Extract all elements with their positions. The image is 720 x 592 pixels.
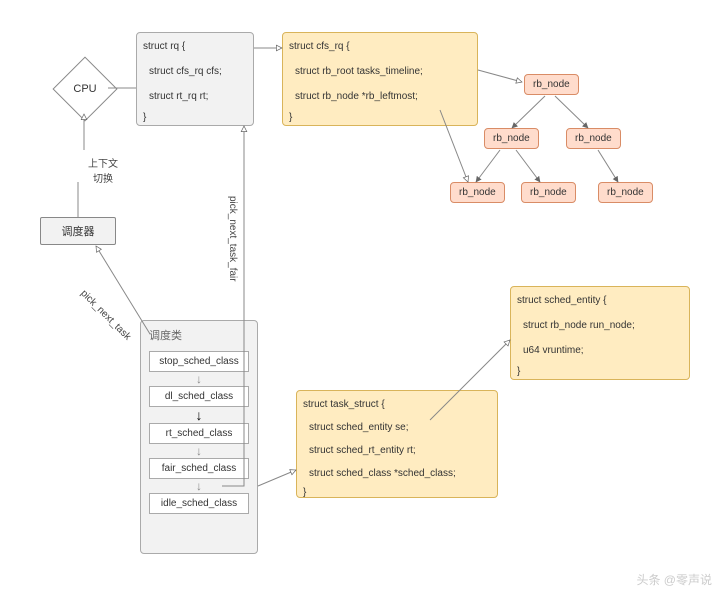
context-switch-label: 上下文 切换 [88, 155, 118, 185]
rb-node-lr: rb_node [521, 182, 576, 203]
rb-node-l: rb_node [484, 128, 539, 149]
cpu-node: CPU [52, 56, 117, 121]
rb-node-rr: rb_node [598, 182, 653, 203]
rq-close: } [143, 110, 247, 125]
sched-class-stop: stop_sched_class [149, 351, 249, 372]
task-l2: struct sched_rt_entity rt; [309, 443, 491, 458]
arrow-down-bold-icon: ↓ [141, 407, 257, 423]
pick-next-task-fair-label: pick_next_task_fair [227, 196, 238, 282]
cfs-line2: struct rb_node *rb_leftmost; [295, 89, 471, 104]
watermark: 头条 @零声说 [636, 571, 712, 588]
se-open: struct sched_entity { [517, 293, 683, 308]
sched-class-idle: idle_sched_class [149, 493, 249, 514]
cfs-open: struct cfs_rq { [289, 39, 471, 54]
task-open: struct task_struct { [303, 397, 491, 412]
rb-node-ll: rb_node [450, 182, 505, 203]
arrow-down-icon-2: ↓ [141, 444, 257, 458]
cpu-label: CPU [63, 67, 107, 111]
pick-next-task-label: pick_next_task [78, 288, 133, 343]
rb-node-root: rb_node [524, 74, 579, 95]
rq-line1: struct cfs_rq cfs; [149, 64, 247, 79]
rq-open: struct rq { [143, 39, 247, 54]
rq-line2: struct rt_rq rt; [149, 89, 247, 104]
task-l1: struct sched_entity se; [309, 420, 491, 435]
se-l2: u64 vruntime; [523, 343, 683, 358]
sched-class-fair: fair_sched_class [149, 458, 249, 479]
se-l1: struct rb_node run_node; [523, 318, 683, 333]
arrow-down-icon: ↓ [141, 372, 257, 386]
struct-task-struct-box: struct task_struct { struct sched_entity… [296, 390, 498, 498]
task-close: } [303, 485, 491, 500]
scheduler-label: 调度器 [62, 226, 95, 238]
cfs-line1: struct rb_root tasks_timeline; [295, 64, 471, 79]
cfs-close: } [289, 110, 471, 125]
sched-class-rt: rt_sched_class [149, 423, 249, 444]
struct-sched-entity-box: struct sched_entity { struct rb_node run… [510, 286, 690, 380]
sched-classes-box: 调度类 stop_sched_class ↓ dl_sched_class ↓ … [140, 320, 258, 554]
scheduler-box: 调度器 [40, 217, 116, 245]
struct-cfs-rq-box: struct cfs_rq { struct rb_root tasks_tim… [282, 32, 478, 126]
sched-class-dl: dl_sched_class [149, 386, 249, 407]
se-close: } [517, 364, 683, 379]
struct-rq-box: struct rq { struct cfs_rq cfs; struct rt… [136, 32, 254, 126]
rb-node-r: rb_node [566, 128, 621, 149]
arrow-down-icon-3: ↓ [141, 479, 257, 493]
sched-classes-title: 调度类 [141, 321, 257, 343]
task-l3: struct sched_class *sched_class; [309, 466, 491, 481]
